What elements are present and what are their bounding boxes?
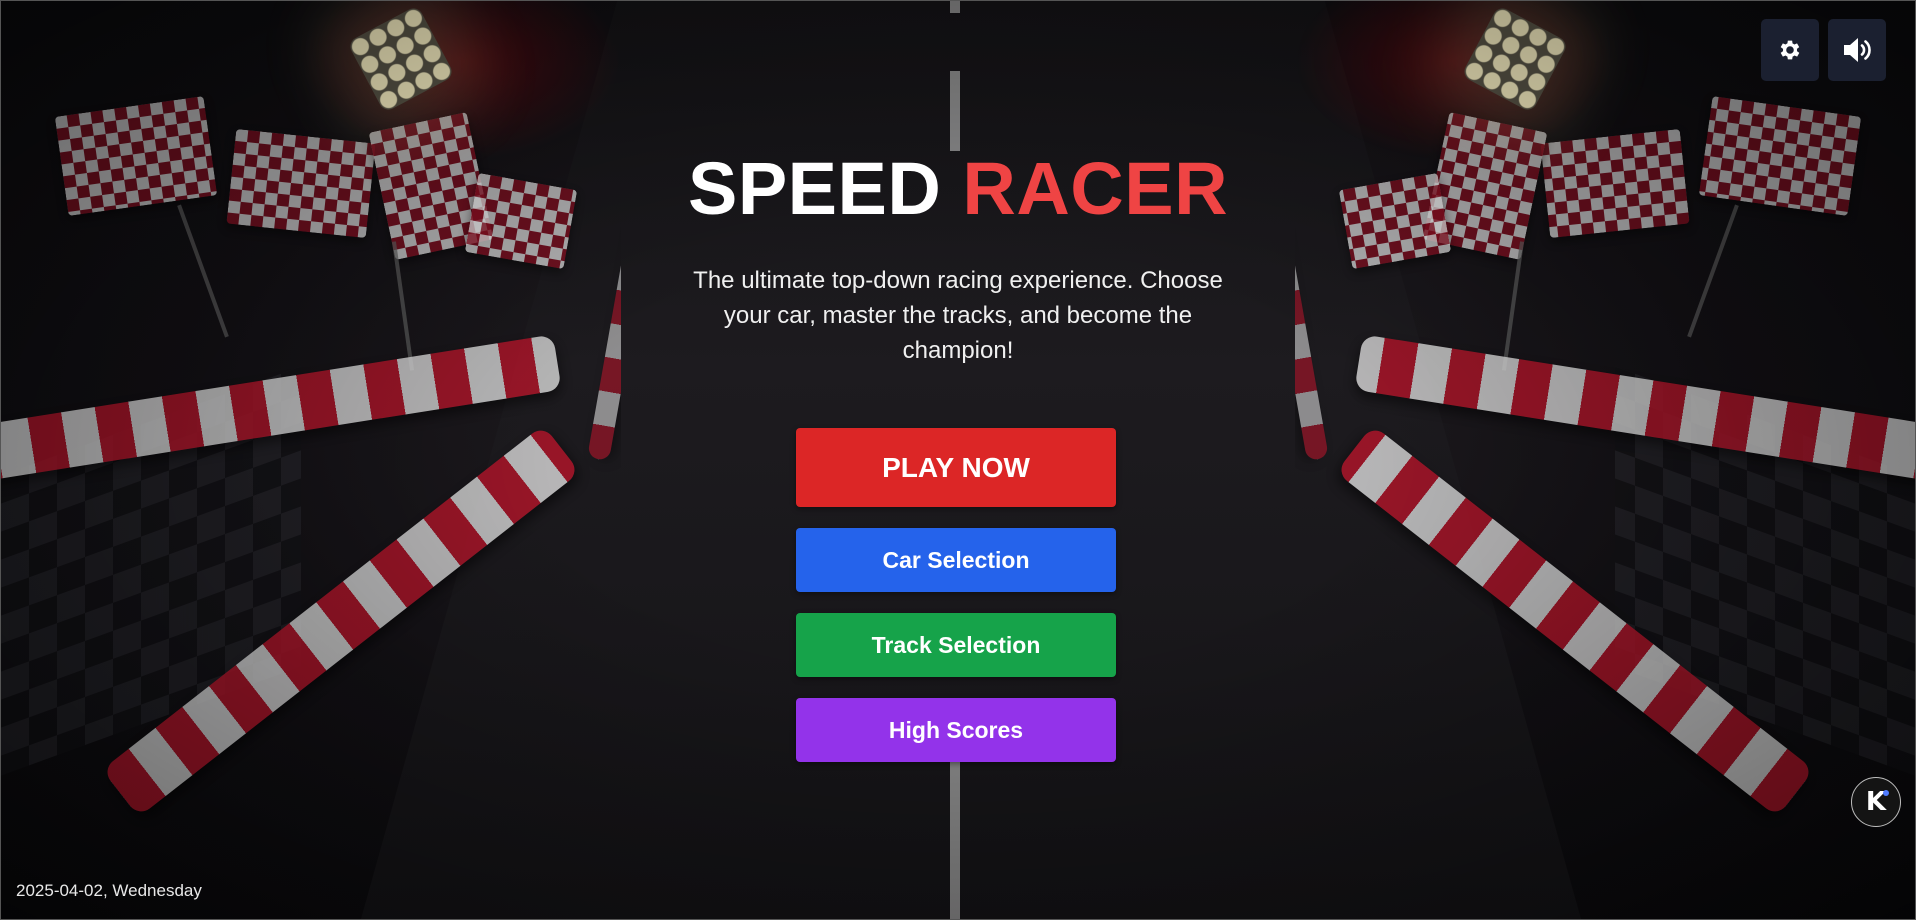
game-menu-screen: SPEED RACER The ultimate top-down racing…	[0, 0, 1916, 920]
play-now-button[interactable]: PLAY NOW	[796, 428, 1116, 507]
high-scores-button[interactable]: High Scores	[796, 698, 1116, 762]
left-trackside-scenery	[1, 1, 621, 919]
current-date: 2025-04-02, Wednesday	[16, 881, 202, 900]
road-center-line	[950, 761, 960, 919]
car-selection-button[interactable]: Car Selection	[796, 528, 1116, 592]
volume-icon	[1841, 36, 1873, 64]
k-logo-button[interactable]: K	[1851, 777, 1901, 827]
track-selection-button[interactable]: Track Selection	[796, 613, 1116, 677]
settings-button[interactable]	[1761, 19, 1819, 81]
road-center-line	[950, 71, 960, 151]
road-center-line	[950, 1, 960, 13]
game-title-accent: RACER	[962, 147, 1229, 230]
game-title-main: SPEED	[687, 147, 942, 230]
right-trackside-scenery	[1295, 1, 1915, 919]
sound-toggle-button[interactable]	[1828, 19, 1886, 81]
game-tagline: The ultimate top-down racing experience.…	[693, 267, 1223, 364]
notification-dot	[1883, 790, 1889, 796]
game-title: SPEED RACER	[1, 149, 1915, 229]
gear-icon	[1777, 37, 1803, 63]
